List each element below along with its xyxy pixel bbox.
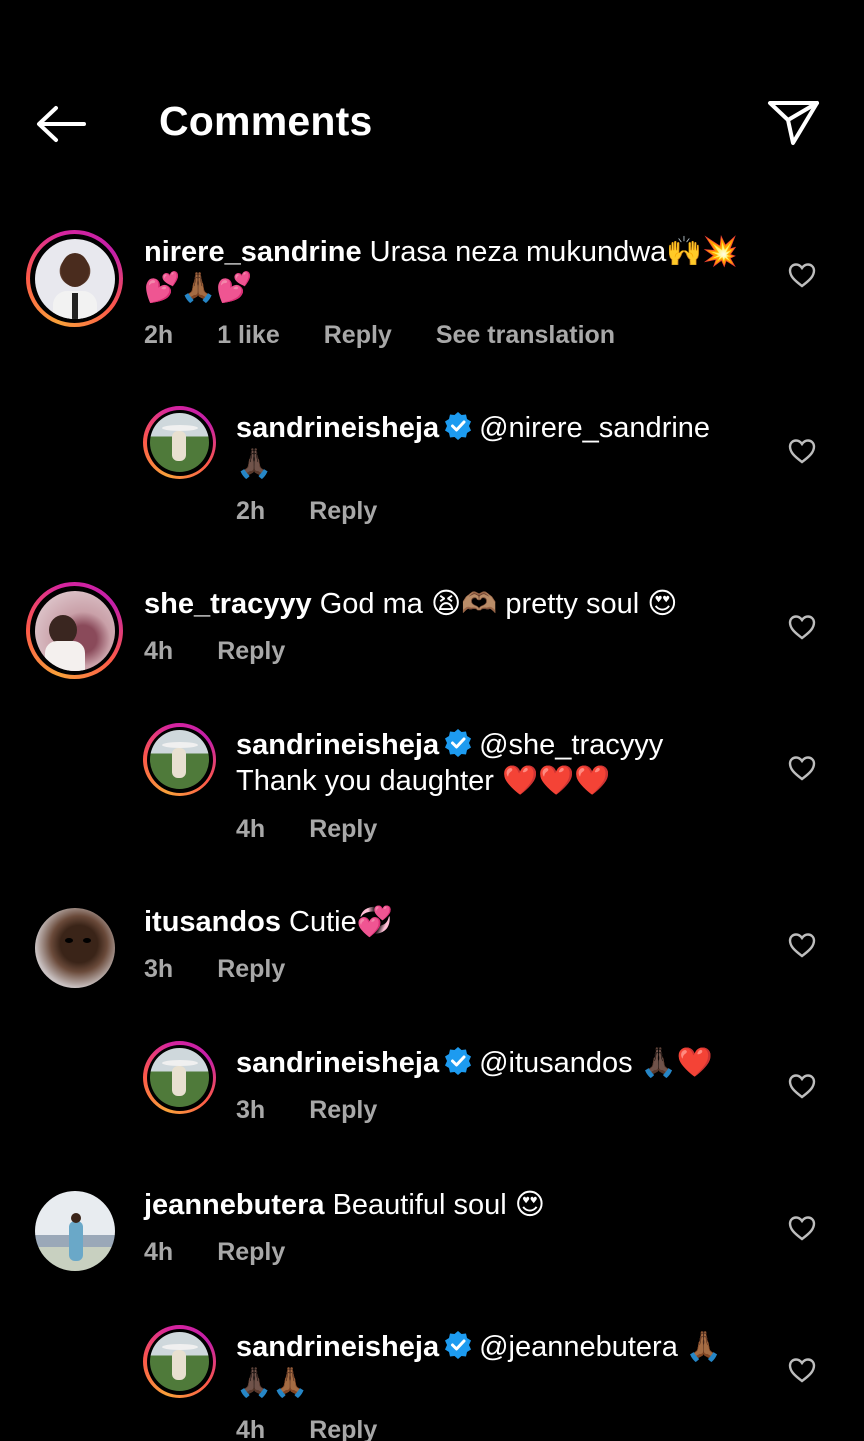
heart-icon[interactable] [788,1357,816,1383]
comment-username[interactable]: sandrineisheja [236,1331,439,1363]
comment-time: 4h [236,815,266,843]
comment-username[interactable]: itusandos [144,906,281,938]
comment-text: Thank you daughter ❤️❤️❤️ [236,765,611,797]
verified-badge-icon [445,412,472,440]
comment-username[interactable]: sandrineisheja [236,1047,439,1079]
avatar[interactable] [143,1041,216,1114]
heart-icon[interactable] [788,1073,816,1099]
comment-mention[interactable]: @itusandos [479,1047,633,1079]
page-title: Comments [159,98,373,144]
reply-button[interactable]: Reply [217,1238,285,1267]
reply-button[interactable]: Reply [217,637,285,666]
verified-badge-icon [445,1047,472,1075]
comment-time: 4h [144,1238,174,1266]
comments-screen: Comments nirere_sandrine Urasa neza muku… [0,0,864,1441]
heart-icon[interactable] [788,262,816,288]
comment-mention[interactable]: @nirere_sandrine [479,412,710,444]
comment-mention[interactable]: @jeannebutera [479,1331,678,1363]
comment-text: 🙏🏿 [236,448,273,480]
avatar[interactable] [26,582,123,679]
verified-badge-icon [445,1331,472,1359]
comment-text: 🙏🏿❤️ [640,1047,713,1079]
comment-text-line2: 💕🙏🏾💕 [144,272,253,304]
comment-text: Cutie💞 [289,906,393,938]
avatar[interactable] [35,1191,115,1271]
avatar[interactable] [143,723,216,796]
avatar[interactable] [26,230,123,327]
comment-time: 3h [144,955,174,983]
comment-time: 2h [236,497,266,525]
comment-text: Urasa neza mukundwa🙌💥 [369,236,739,268]
back-arrow-icon [37,106,86,142]
heart-icon[interactable] [788,755,816,781]
paper-plane-icon [768,101,819,145]
verified-badge-icon [445,729,472,757]
comment-reply-item: sandrineisheja @jeannebutera 🙏🏾 🙏🏿🙏🏾 4h R… [0,1323,864,1441]
share-button[interactable] [766,98,822,148]
comment-text: Beautiful soul 😍 [332,1189,545,1221]
comment-item: jeannebutera Beautiful soul 😍 4h Reply [0,1181,864,1301]
heart-icon[interactable] [788,614,816,640]
comment-item: nirere_sandrine Urasa neza mukundwa🙌💥 💕🙏… [0,228,864,368]
comment-text: 🙏🏾 [685,1331,723,1363]
comment-reply-item: sandrineisheja @nirere_sandrine 🙏🏿 2h Rep… [0,404,864,544]
reply-button[interactable]: Reply [309,497,377,526]
comment-text-line2: 🙏🏿🙏🏾 [236,1367,309,1399]
heart-icon[interactable] [788,1215,816,1241]
heart-icon[interactable] [788,438,816,464]
reply-button[interactable]: Reply [324,321,392,350]
heart-icon[interactable] [788,932,816,958]
reply-button[interactable]: Reply [309,1096,377,1125]
comment-item: she_tracyyy God ma 😫🫶🏽 pretty soul 😍 4h … [0,580,864,700]
avatar[interactable] [143,1325,216,1398]
comment-text: God ma 😫🫶🏽 pretty soul 😍 [319,588,678,620]
reply-button[interactable]: Reply [309,815,377,844]
comment-reply-item: sandrineisheja @she_tracyyy Thank you dau… [0,721,864,861]
avatar[interactable] [35,908,115,988]
comment-username[interactable]: sandrineisheja [236,729,439,761]
like-count[interactable]: 1 like [217,321,280,350]
comment-mention[interactable]: @she_tracyyy [479,729,663,761]
header: Comments [0,0,864,200]
back-button[interactable] [34,104,90,144]
comment-username[interactable]: she_tracyyy [144,588,312,620]
comment-reply-item: sandrineisheja @itusandos 🙏🏿❤️ 3h Reply [0,1039,864,1159]
see-translation-button[interactable]: See translation [436,321,615,350]
comment-time: 4h [236,1416,266,1441]
reply-button[interactable]: Reply [309,1416,377,1441]
comment-time: 3h [236,1096,266,1124]
avatar[interactable] [143,406,216,479]
comment-time: 4h [144,637,174,665]
comment-username[interactable]: jeannebutera [144,1189,325,1221]
comment-username[interactable]: nirere_sandrine [144,236,362,268]
comment-item: itusandos Cutie💞 3h Reply [0,898,864,1018]
comment-time: 2h [144,321,174,349]
reply-button[interactable]: Reply [217,955,285,984]
comment-username[interactable]: sandrineisheja [236,412,439,444]
